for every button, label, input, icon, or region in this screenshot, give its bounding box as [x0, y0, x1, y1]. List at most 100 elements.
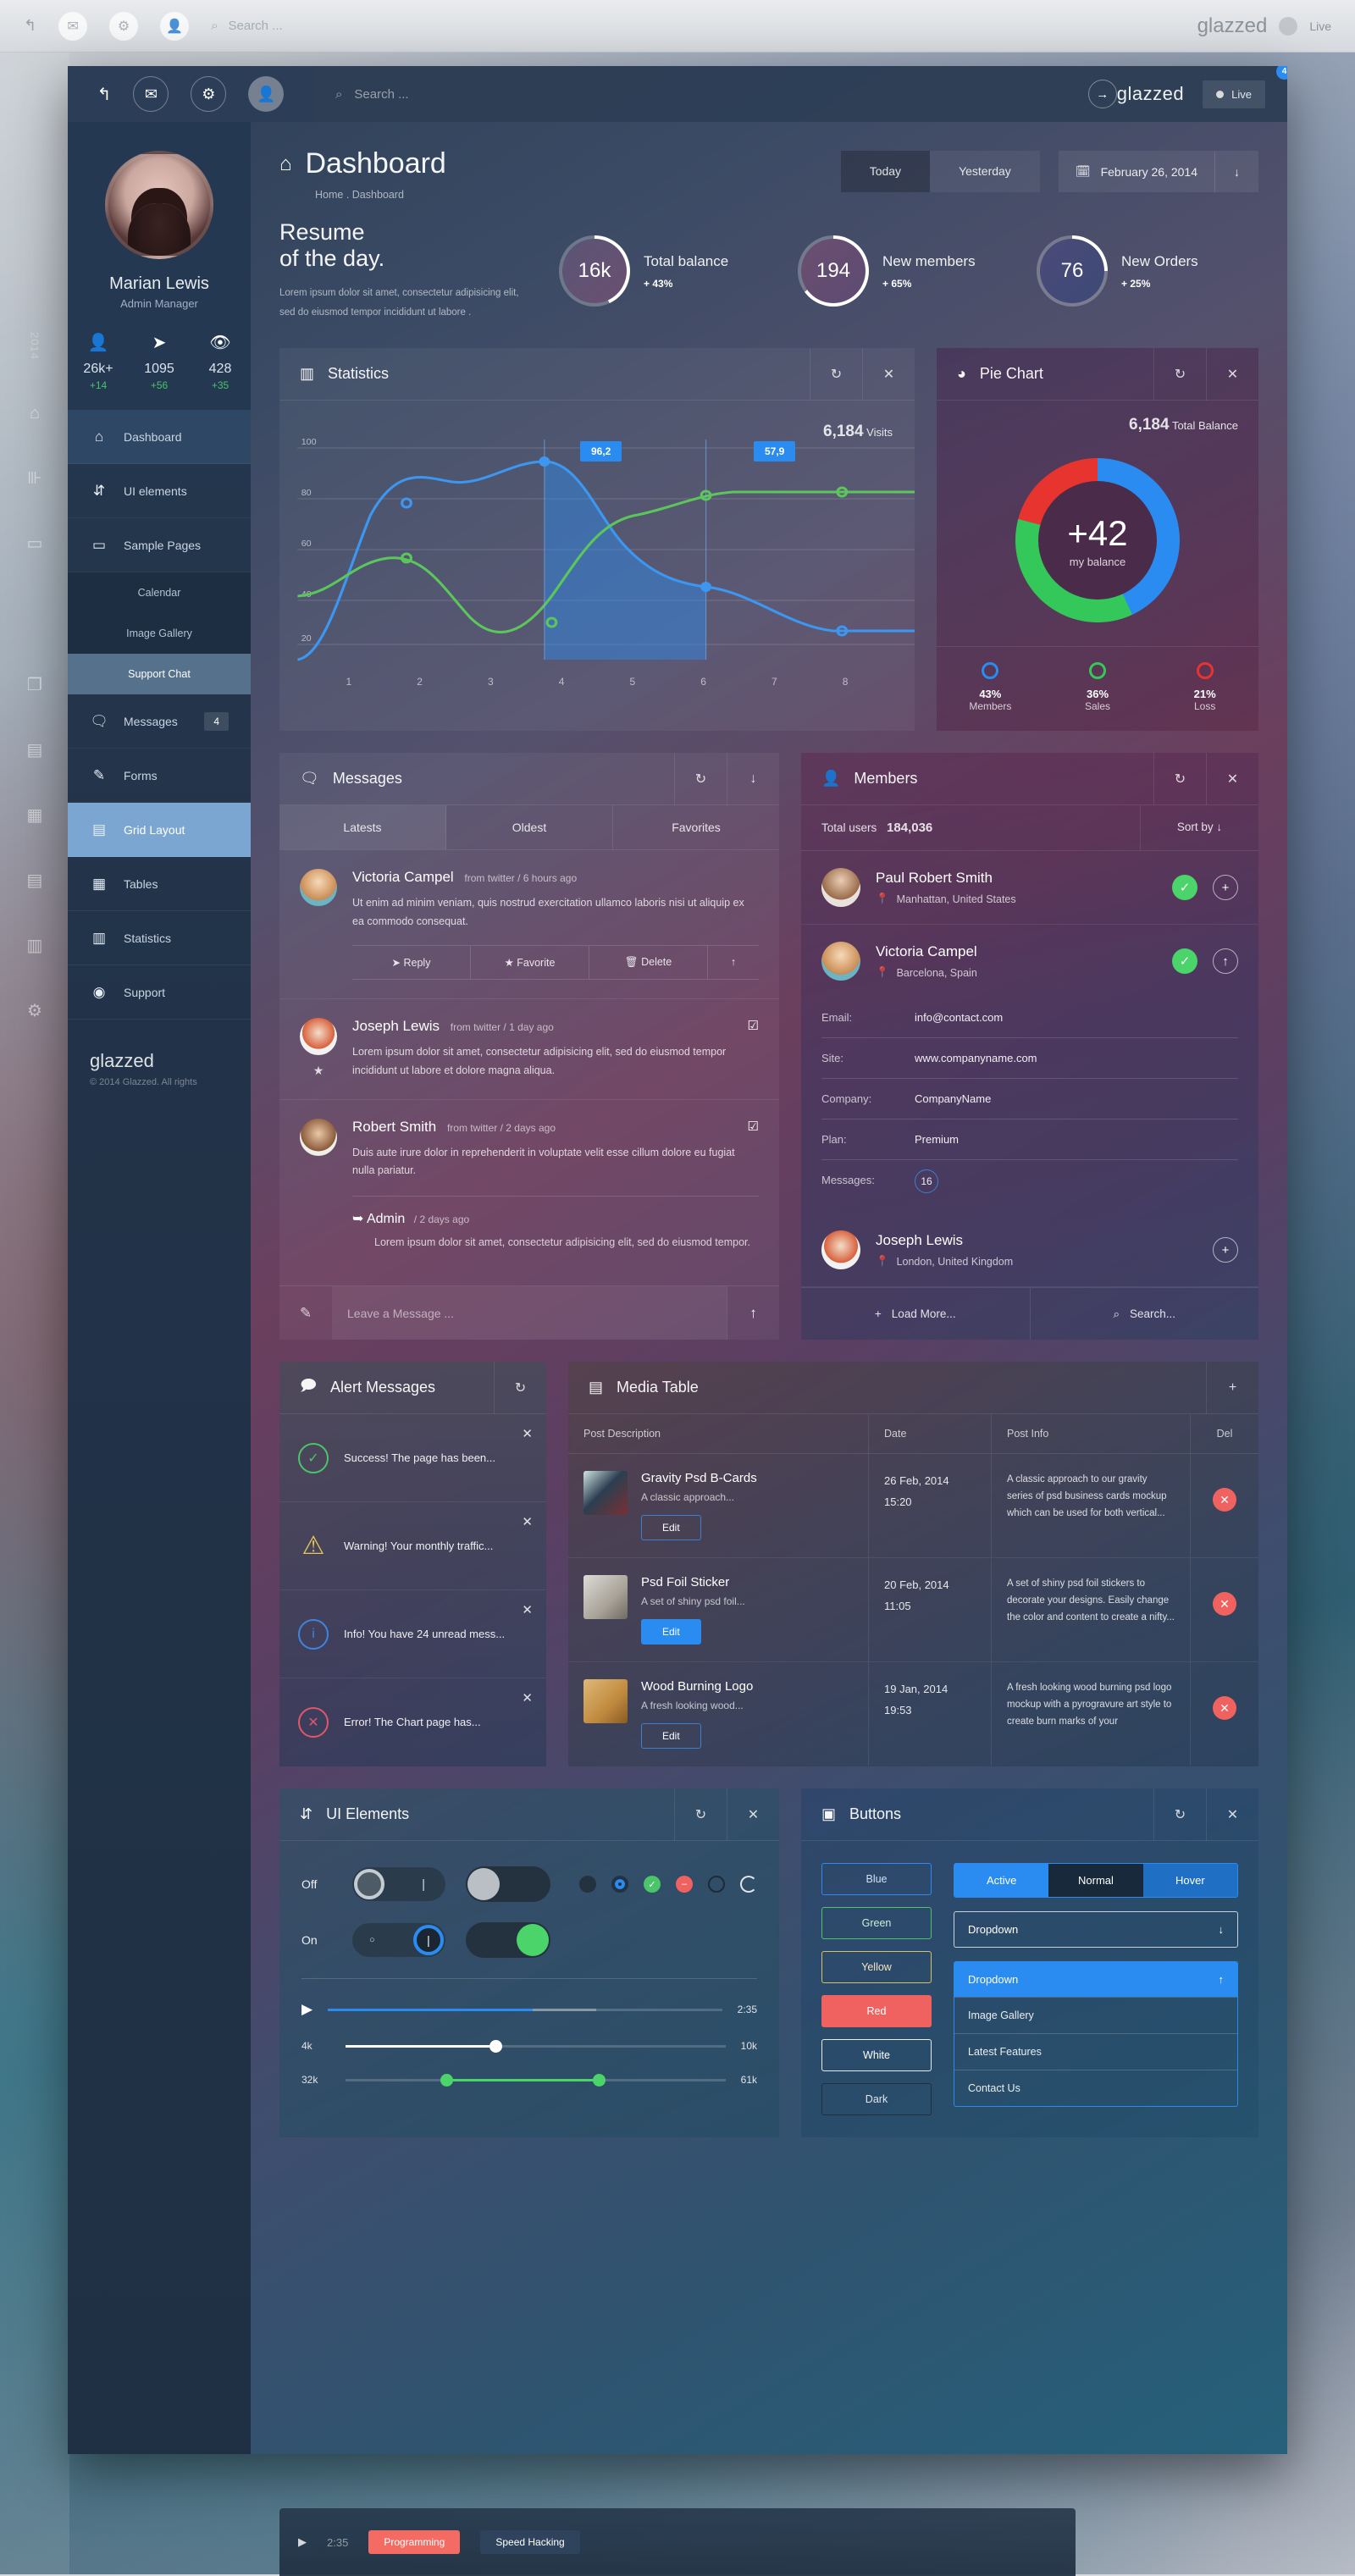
power-toggle-on[interactable]: ○ |	[352, 1923, 445, 1958]
peek-button-2[interactable]: Speed Hacking	[480, 2530, 580, 2554]
close-icon[interactable]: ✕	[522, 1602, 533, 1617]
range-track[interactable]	[346, 2073, 726, 2087]
tab-yesterday[interactable]: Yesterday	[930, 151, 1040, 192]
range-handle-left[interactable]	[440, 2073, 454, 2087]
delete-button[interactable]: ✕	[1213, 1592, 1236, 1617]
date-dropdown-button[interactable]: ↓	[1214, 151, 1258, 192]
attachment-icon[interactable]: ✎	[279, 1305, 332, 1322]
dock-grid-icon[interactable]: ▦	[27, 804, 43, 826]
member-row[interactable]: Paul Robert Smith 📍 Manhattan, United St…	[801, 851, 1258, 926]
delete-button[interactable]: ✕	[1213, 1696, 1236, 1721]
close-icon[interactable]: ✕	[522, 1426, 533, 1441]
dot-empty-icon[interactable]	[708, 1876, 725, 1893]
collapse-member-button[interactable]: ↑	[1213, 948, 1238, 975]
state-normal[interactable]: Normal	[1048, 1864, 1143, 1898]
live-status-badge[interactable]: Live	[1203, 80, 1265, 108]
dropdown-item-image-gallery[interactable]: Image Gallery	[954, 1997, 1237, 2033]
play-icon[interactable]: ▶	[301, 2001, 312, 2018]
close-icon[interactable]: ✕	[727, 1788, 779, 1841]
profile-icon[interactable]: 👤	[160, 11, 190, 41]
tab-oldest[interactable]: Oldest	[446, 805, 613, 850]
peek-button-1[interactable]: Programming	[368, 2530, 461, 2554]
dock-doc-icon[interactable]: ▤	[27, 739, 43, 760]
dot-dark-icon[interactable]	[579, 1876, 596, 1893]
dropdown-open-header[interactable]: Dropdown ↑	[954, 1962, 1237, 1998]
sort-by-button[interactable]: Sort by ↓	[1140, 805, 1258, 851]
dot-minus-icon[interactable]: –	[676, 1876, 693, 1893]
refresh-icon[interactable]: ↻	[674, 752, 727, 805]
dot-check-icon[interactable]: ✓	[644, 1876, 661, 1893]
collapse-icon[interactable]: ↓	[727, 752, 779, 805]
delete-button[interactable]: 🗑 Delete	[589, 945, 708, 979]
close-icon[interactable]: ✕	[862, 347, 915, 401]
date-display[interactable]: 🗓 February 26, 2014	[1059, 151, 1214, 192]
close-icon[interactable]: ✕	[1206, 752, 1258, 805]
button-red[interactable]: Red	[821, 1995, 932, 2028]
sidebar-item-statistics[interactable]: ▥ Statistics	[68, 911, 251, 965]
dock-stats-icon[interactable]: ▥	[27, 935, 43, 956]
load-more-button[interactable]: + Load More...	[801, 1288, 1030, 1340]
os-search[interactable]: ⌕ Search ...	[211, 19, 770, 33]
mail-icon[interactable]: ✉	[58, 11, 88, 41]
slider-handle[interactable]	[489, 2039, 503, 2053]
button-white[interactable]: White	[821, 2039, 932, 2072]
favorite-button[interactable]: ★ Favorite	[471, 945, 589, 979]
members-search-button[interactable]: ⌕ Search...	[1029, 1288, 1259, 1341]
dropdown-closed[interactable]: Dropdown ↓	[954, 1911, 1238, 1949]
dock-layers-icon[interactable]: ❐	[27, 674, 42, 695]
tab-favorites[interactable]: Favorites	[613, 805, 779, 849]
dock-chart-icon[interactable]: ⊪	[27, 467, 41, 489]
edit-button[interactable]: Edit	[641, 1515, 701, 1541]
close-icon[interactable]: ✕	[1206, 347, 1258, 401]
edit-button[interactable]: Edit	[641, 1619, 701, 1645]
sidebar-item-grid-layout[interactable]: ▤ Grid Layout	[68, 803, 251, 857]
dropdown-item-latest-features[interactable]: Latest Features	[954, 2033, 1237, 2070]
plus-icon[interactable]: +	[1206, 1361, 1258, 1414]
range-handle-right[interactable]	[592, 2073, 606, 2087]
refresh-icon[interactable]: ↻	[494, 1361, 546, 1414]
collapse-message-button[interactable]: ↑	[708, 946, 759, 979]
back-icon[interactable]: ↰	[24, 17, 36, 35]
refresh-icon[interactable]: ↻	[1153, 752, 1206, 805]
switch-toggle-on[interactable]	[466, 1922, 550, 1959]
power-toggle-off[interactable]: |	[352, 1867, 445, 1902]
back-arrow-icon[interactable]: ↰	[97, 84, 112, 105]
close-icon[interactable]: ✕	[1206, 1788, 1258, 1841]
dropdown-item-contact-us[interactable]: Contact Us	[954, 2070, 1237, 2106]
sidebar-item-sample-pages[interactable]: ▭ Sample Pages	[68, 518, 251, 572]
send-message-button[interactable]: ↑	[727, 1286, 779, 1341]
close-icon[interactable]: ✕	[522, 1690, 533, 1705]
slider-track[interactable]	[346, 2039, 726, 2053]
dock-table-icon[interactable]: ▤	[27, 870, 43, 891]
edit-icon[interactable]: ☑	[748, 1018, 759, 1033]
peek-play-icon[interactable]: ▶	[298, 2535, 307, 2549]
media-progress-track[interactable]	[328, 2008, 722, 2011]
dock-monitor-icon[interactable]: ▭	[27, 533, 43, 554]
sidebar-subitem-support-chat[interactable]: Support Chat	[68, 654, 251, 694]
member-row[interactable]: Victoria Campel 📍 Barcelona, Spain ✓ ↑	[801, 925, 1258, 998]
avatar-icon[interactable]: 👤	[248, 76, 285, 112]
delete-button[interactable]: ✕	[1213, 1488, 1236, 1512]
sidebar-subitem-image-gallery[interactable]: Image Gallery	[68, 613, 251, 654]
dock-gear-icon[interactable]: ⚙	[27, 1000, 42, 1021]
sidebar-item-support[interactable]: ◉ Support	[68, 965, 251, 1020]
button-dark[interactable]: Dark	[821, 2083, 932, 2116]
sidebar-subitem-calendar[interactable]: Calendar	[68, 572, 251, 613]
close-icon[interactable]: ✕	[522, 1514, 533, 1529]
state-active[interactable]: Active	[954, 1864, 1049, 1898]
dock-home-icon[interactable]: ⌂	[30, 404, 40, 423]
add-member-button[interactable]: +	[1213, 1237, 1238, 1263]
message-input[interactable]: Leave a Message ...	[332, 1286, 727, 1341]
tab-latests[interactable]: Latests	[279, 805, 446, 850]
reply-button[interactable]: ➤ Reply	[352, 945, 471, 979]
gear-icon[interactable]: ⚙	[191, 76, 227, 112]
button-yellow[interactable]: Yellow	[821, 1951, 932, 1984]
gear-icon[interactable]: ⚙	[109, 11, 139, 41]
refresh-icon[interactable]: ↻	[1153, 347, 1206, 401]
button-green[interactable]: Green	[821, 1907, 932, 1940]
tab-today[interactable]: Today	[840, 151, 931, 192]
state-hover[interactable]: Hover	[1142, 1864, 1237, 1898]
edit-button[interactable]: Edit	[641, 1723, 701, 1750]
button-blue[interactable]: Blue	[821, 1863, 932, 1896]
mail-icon[interactable]: ✉ 4	[133, 66, 1287, 112]
